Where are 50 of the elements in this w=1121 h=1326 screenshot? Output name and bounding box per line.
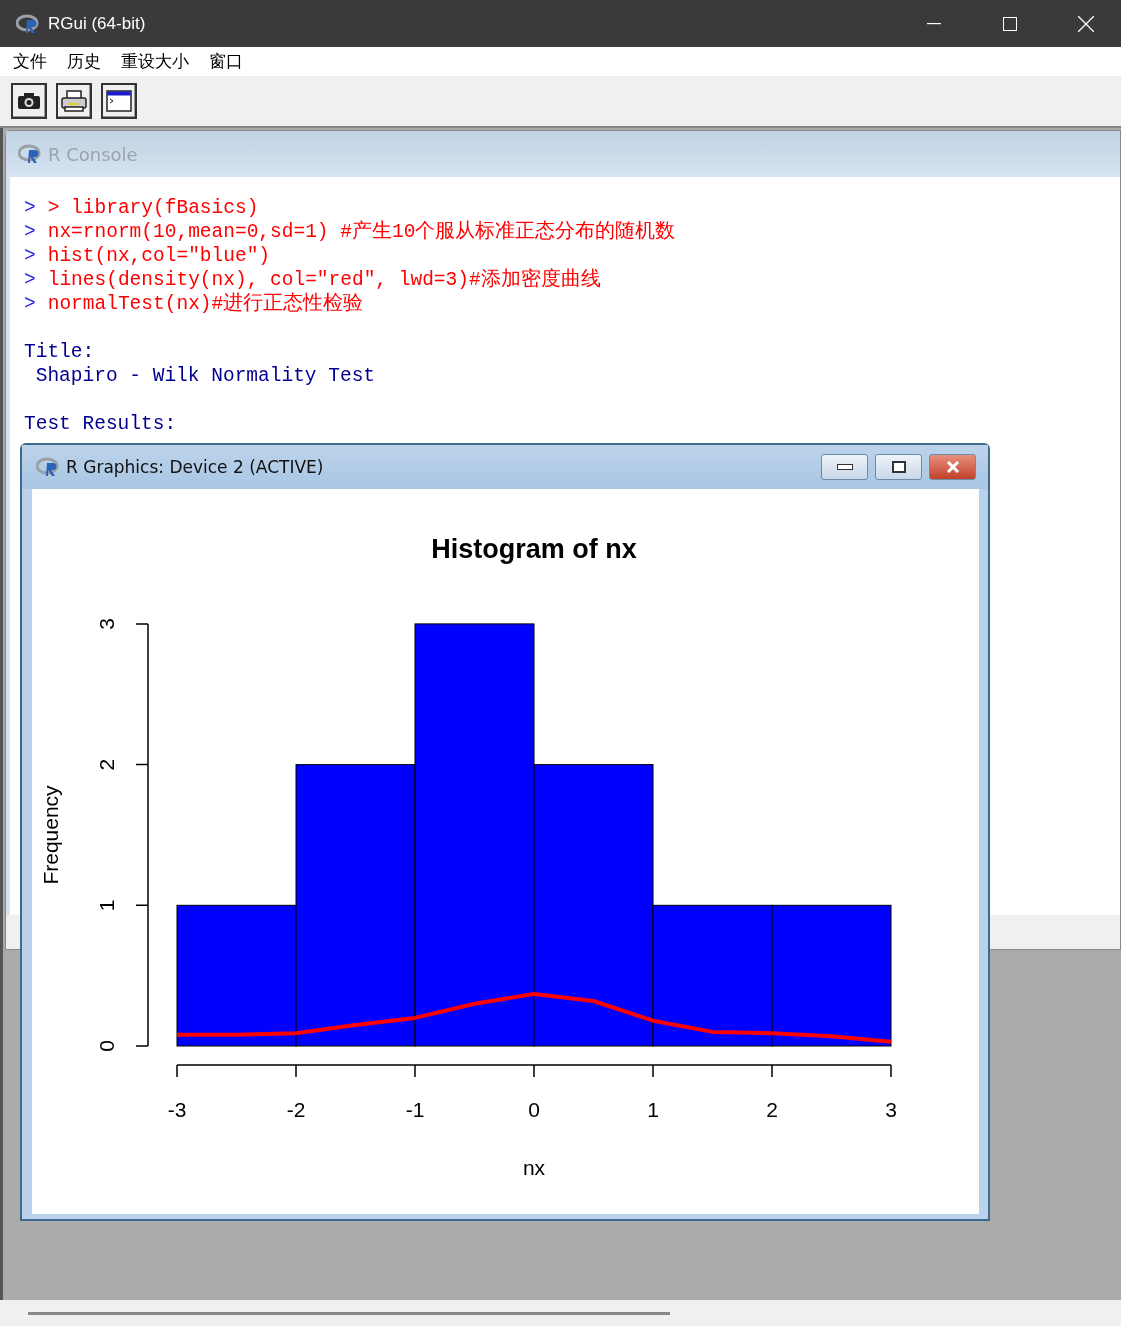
console-output: Shapiro - Wilk Normality Test [34,364,376,388]
y-axis-label: Frequency [39,785,62,885]
menu-item[interactable]: 历史 [67,50,101,73]
x-tick-label: 3 [885,1098,897,1121]
close-button[interactable] [929,454,976,480]
printer-icon [61,90,87,112]
restore-button[interactable] [875,454,922,480]
close-icon [1078,15,1094,32]
console-prompt: > [24,220,36,244]
console-title: R Console [48,143,138,165]
console-prompt: > [24,268,36,292]
graphics-window-title: R Graphics: Device 2 (ACTIVE) [66,457,325,477]
x-tick-label: -3 [167,1098,187,1121]
x-tick-label: 0 [528,1098,540,1121]
menu-item[interactable]: 重设大小 [121,50,189,73]
y-tick-label: 2 [95,758,118,771]
console-prompt: > [24,244,36,268]
camera-icon [17,92,41,110]
console-command: lines(density(nx), col="red", lwd=3)#添加密度曲线 [47,268,601,292]
y-tick-label: 3 [95,618,118,630]
minimize-icon [927,22,941,25]
toolbar-button[interactable] [11,83,47,119]
menu-item[interactable]: 窗口 [209,50,243,73]
console-output: Test Results: [24,412,177,436]
scrollbar[interactable] [28,1311,670,1315]
x-tick-label: -2 [286,1098,306,1121]
console-command: normalTest(nx)#进行正态性检验 [47,292,364,316]
toolbar-button[interactable] [101,83,137,119]
console-command: hist(nx,col="blue") [47,244,271,268]
minimize-button[interactable] [821,454,868,480]
window-title: RGui (64-bit) [48,13,147,34]
toolbar-button[interactable] [56,83,92,119]
console-prompt: > [24,292,36,316]
restore-icon [891,461,906,473]
menu-item[interactable]: 文件 [13,50,47,73]
console-prompt: > [24,196,36,220]
x-axis-label: nx [522,1156,546,1179]
x-tick-label: -1 [405,1098,425,1121]
y-tick-label: 1 [95,899,118,912]
close-icon [945,461,960,473]
maximize-icon [1003,16,1017,31]
console-command: > library(fBasics) [47,196,259,220]
x-tick-label: 2 [766,1098,778,1121]
minimize-icon [836,464,853,470]
console-command: nx=rnorm(10,mean=0,sd=1) #产生10个服从标准正态分布的随机数 [47,220,676,244]
chart-title: Histogram of nx [431,534,637,564]
x-tick-label: 1 [647,1098,659,1121]
console-output: Title: [24,340,95,364]
y-tick-label: 0 [95,1040,118,1052]
console-window-icon [106,90,132,112]
